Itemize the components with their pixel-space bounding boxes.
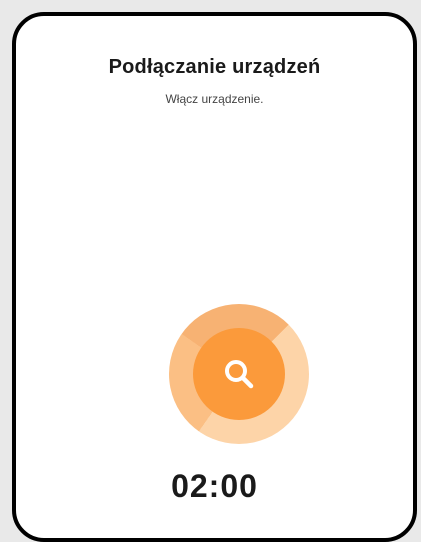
device-pairing-card: Podłączanie urządzeń Włącz urządzenie. 0… xyxy=(12,12,417,542)
search-icon xyxy=(225,360,254,389)
page-subtitle: Włącz urządzenie. xyxy=(165,92,264,106)
search-button[interactable] xyxy=(193,328,285,420)
page-title: Podłączanie urządzeń xyxy=(108,56,321,78)
scanning-indicator xyxy=(169,304,309,444)
countdown-timer: 02:00 xyxy=(171,468,258,504)
